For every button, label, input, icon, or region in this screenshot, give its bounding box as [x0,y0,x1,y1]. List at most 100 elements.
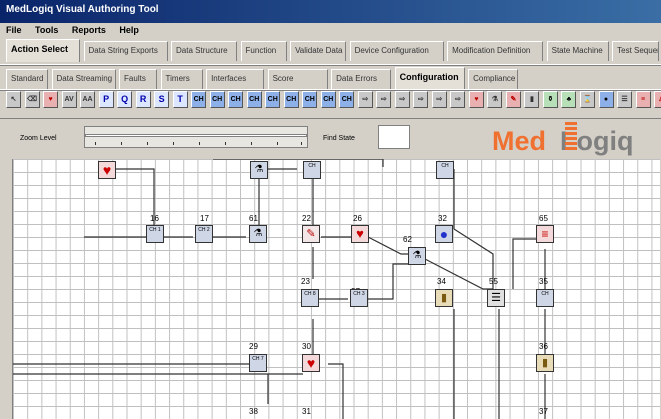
menu-reports[interactable]: Reports [66,23,111,35]
zoom-tick [147,142,148,145]
state-node[interactable]: ▮ [536,354,554,372]
state-node[interactable]: ⚗ [249,225,267,243]
channel-tool-1[interactable]: CH [191,91,207,108]
node-number: 32 [438,214,447,223]
tool-q[interactable]: Q [117,91,133,108]
tool-aa[interactable]: AA [80,91,96,108]
tab-configuration[interactable]: Configuration [394,67,465,90]
tab-device-configuration[interactable]: Device Configuration [349,41,444,61]
state-node[interactable]: CH [303,161,321,179]
figure-tool-icon[interactable]: ♙ [654,91,661,108]
state-node[interactable]: CH 2 [195,225,213,243]
list-tool-icon[interactable]: ☰ [617,91,633,108]
tab-faults[interactable]: Faults [119,69,158,89]
state-node[interactable]: ✎ [302,225,320,243]
tool-av[interactable]: AV [61,91,77,108]
state-diagram-canvas[interactable]: ♥ ⚗ CH CH 16 CH 1 17 CH 2 61 ⚗ 22 ✎ 26 ♥… [12,159,660,419]
node-number: 65 [539,214,548,223]
tool-r[interactable]: R [135,91,151,108]
pen-tool-icon[interactable]: ✎ [505,91,521,108]
tab-function[interactable]: Function [240,41,287,61]
tool-t[interactable]: T [172,91,188,108]
connector-layer [13,159,546,419]
zoom-slider[interactable] [84,126,308,148]
channel-tool-4[interactable]: CH [246,91,262,108]
arrow-tool-icon-5[interactable]: ⇨ [431,91,447,108]
bottle-tool-icon[interactable]: ⚱ [542,91,558,108]
channel-tool-5[interactable]: CH [265,91,281,108]
channel-tool-8[interactable]: CH [320,91,336,108]
tool-s[interactable]: S [154,91,170,108]
tab-state-machine[interactable]: State Machine [546,41,609,61]
bars-tool-icon[interactable]: ≡ [635,91,651,108]
state-node[interactable]: ♥ [351,225,369,243]
tab-data-string-exports[interactable]: Data String Exports [83,41,168,61]
state-node[interactable]: CH [536,289,554,307]
node-number: 35 [539,277,548,286]
arrow-tool-icon-6[interactable]: ⇨ [450,91,466,108]
arrow-tool-icon[interactable]: ⇨ [357,91,373,108]
connector [453,228,494,289]
channel-tool-3[interactable]: CH [228,91,244,108]
tab-data-streaming[interactable]: Data Streaming [51,69,116,89]
heart-icon: ♥ [102,162,112,178]
state-node[interactable]: CH 3 [350,289,368,307]
state-node[interactable]: ⚗ [250,161,268,179]
zoom-tick [199,142,200,145]
state-node[interactable]: ≡ [536,225,554,243]
find-state-input[interactable] [378,125,410,149]
tab-data-errors[interactable]: Data Errors [331,69,392,89]
tab-compliance[interactable]: Compliance [468,69,519,89]
primary-tab-bar: Action Select Data String Exports Data S… [6,39,660,62]
state-node[interactable]: CH 1 [146,225,164,243]
tab-timers[interactable]: Timers [160,69,203,89]
heart-icon: ♥ [356,226,364,241]
connector [328,363,344,419]
node-number: 55 [489,277,498,286]
channel-tool-2[interactable]: CH [209,91,225,108]
tool-p[interactable]: P [98,91,114,108]
tab-test-sequence[interactable]: Test Sequence [612,41,660,61]
tab-modification-definition[interactable]: Modification Definition [447,41,544,61]
heart-tool-icon-2[interactable]: ♥ [468,91,484,108]
state-node[interactable]: CH 8 [301,289,319,307]
state-node[interactable]: ⚗ [408,247,426,265]
pointer-tool-icon[interactable]: ↖ [6,91,21,108]
arrow-tool-icon-4[interactable]: ⇨ [413,91,429,108]
state-node[interactable]: ● [435,225,453,243]
globe-tool-icon[interactable]: ● [598,91,614,108]
state-node[interactable]: ▮ [435,289,453,307]
node-number: 26 [353,214,362,223]
state-node[interactable]: ☰ [487,289,505,307]
tab-standard[interactable]: Standard [6,69,48,89]
menu-file[interactable]: File [0,23,27,35]
tab-action-select[interactable]: Action Select [6,39,80,62]
leaf-tool-icon[interactable]: ♣ [561,91,577,108]
node-number: 37 [539,407,548,416]
channel-tool-7[interactable]: CH [302,91,318,108]
state-node[interactable]: ♥ [98,161,116,179]
heart-icon: ♥ [306,355,316,371]
eraser-tool-icon[interactable]: ⌫ [24,91,40,108]
channel-tool-6[interactable]: CH [283,91,299,108]
arrow-tool-icon-3[interactable]: ⇨ [394,91,410,108]
tab-score[interactable]: Score [267,69,328,89]
state-node[interactable]: CH 7 [249,354,267,372]
heart-tool-icon[interactable]: ♥ [43,91,59,108]
state-node[interactable]: ♥ [302,354,320,372]
node-number: 38 [249,407,258,416]
tab-interfaces[interactable]: Interfaces [206,69,265,89]
connector [424,258,493,290]
menu-help[interactable]: Help [113,23,144,35]
arrow-tool-icon-2[interactable]: ⇨ [376,91,392,108]
box-tool-icon[interactable]: ▮ [524,91,540,108]
tab-validate-data[interactable]: Validate Data [290,41,347,61]
state-node[interactable]: CH [436,161,454,179]
zoom-tick [277,142,278,145]
tab-data-structure[interactable]: Data Structure [171,41,238,61]
timer-tool-icon[interactable]: ⌛ [579,91,595,108]
node-number: 22 [302,214,311,223]
flask-tool-icon[interactable]: ⚗ [487,91,503,108]
menu-tools[interactable]: Tools [29,23,63,35]
channel-tool-9[interactable]: CH [339,91,355,108]
